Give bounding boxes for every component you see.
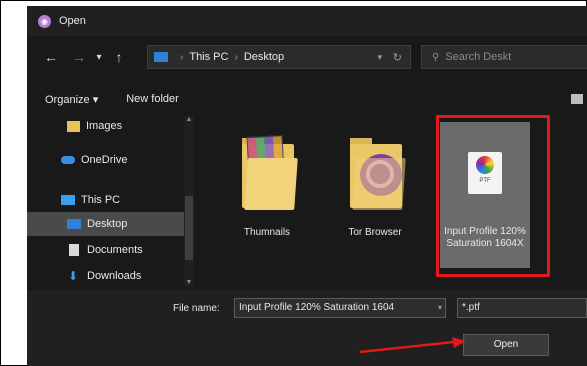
folder-icon (352, 158, 406, 210)
new-folder-button[interactable]: New folder (126, 93, 179, 105)
sidebar-item-label: Images (86, 120, 123, 132)
address-separator: › (234, 51, 238, 63)
window-title: Open (59, 15, 86, 27)
forward-arrow-icon[interactable]: → (69, 49, 89, 65)
file-item-tor-browser[interactable]: Tor Browser (330, 114, 420, 274)
sidebar-item-downloads[interactable]: ⬇ Downloads (27, 264, 187, 288)
download-icon: ⬇ (68, 269, 79, 283)
address-bar[interactable]: › This PC › Desktop ▾ ↻ (147, 45, 411, 69)
app-icon: ◉ (38, 14, 51, 28)
sidebar-scrollbar[interactable]: ▲ ▼ (184, 116, 194, 286)
file-name-value: Input Profile 120% Saturation 1604 (239, 302, 395, 313)
back-arrow-icon[interactable]: ← (41, 49, 61, 65)
navigation-bar: ← → ▾ ↑ › This PC › Desktop ▾ ↻ ⚲ Search… (27, 40, 587, 74)
command-bar: Organize ▾ New folder (27, 86, 587, 112)
annotation-arrow-icon (359, 337, 466, 354)
recent-locations-icon[interactable]: ▾ (89, 52, 109, 63)
sidebar-item-label: This PC (81, 194, 121, 206)
refresh-icon[interactable]: ↻ (393, 51, 402, 64)
open-button[interactable]: Open (463, 334, 549, 356)
drive-icon (154, 52, 168, 62)
breadcrumb-this-pc[interactable]: This PC (189, 51, 228, 63)
sidebar-item-documents[interactable]: Documents (27, 238, 187, 262)
search-box[interactable]: ⚲ Search Deskt (421, 45, 587, 69)
computer-icon (61, 195, 75, 205)
organize-button[interactable]: Organize ▾ (45, 93, 98, 106)
scroll-down-icon[interactable]: ▼ (184, 279, 194, 286)
scroll-up-icon[interactable]: ▲ (184, 116, 194, 123)
chevron-down-icon[interactable]: ▾ (438, 299, 442, 317)
file-name-label: File name: (173, 303, 220, 314)
file-name-label: Tor Browser (348, 227, 402, 238)
document-icon (69, 244, 79, 256)
sidebar-item-onedrive[interactable]: OneDrive (27, 148, 187, 172)
sidebar-item-label: OneDrive (81, 154, 128, 166)
address-dropdown-icon[interactable]: ▾ (377, 52, 382, 63)
search-placeholder: Search Deskt (445, 51, 512, 63)
sidebar-item-desktop[interactable]: Desktop (27, 212, 187, 236)
highlight-box (436, 115, 550, 277)
address-separator: › (180, 51, 184, 63)
folder-icon (244, 158, 298, 210)
desktop-icon (67, 219, 81, 229)
sidebar-item-images[interactable]: Images (27, 114, 187, 138)
cloud-icon (61, 156, 75, 164)
up-arrow-icon[interactable]: ↑ (109, 49, 129, 65)
view-options-icon[interactable] (571, 94, 583, 104)
sidebar-item-label: Desktop (87, 218, 128, 230)
search-icon: ⚲ (432, 51, 440, 63)
file-type-filter[interactable]: *.ptf (457, 298, 587, 318)
breadcrumb-desktop[interactable]: Desktop (244, 51, 284, 63)
navigation-pane: Images OneDrive This PC Desktop Document… (27, 114, 200, 286)
folder-icon (67, 120, 80, 132)
sidebar-item-label: Downloads (87, 270, 142, 282)
file-name-label: Thumnails (243, 227, 291, 238)
file-name-input[interactable]: Input Profile 120% Saturation 1604 ▾ (234, 298, 446, 318)
bottom-panel: File name: Input Profile 120% Saturation… (27, 290, 587, 366)
file-item-thumnails[interactable]: Thumnails (222, 114, 312, 274)
scrollbar-thumb[interactable] (185, 196, 193, 260)
sidebar-item-label: Documents (87, 244, 143, 256)
title-bar: ◉ Open (27, 6, 587, 36)
sidebar-item-this-pc[interactable]: This PC (27, 188, 187, 212)
